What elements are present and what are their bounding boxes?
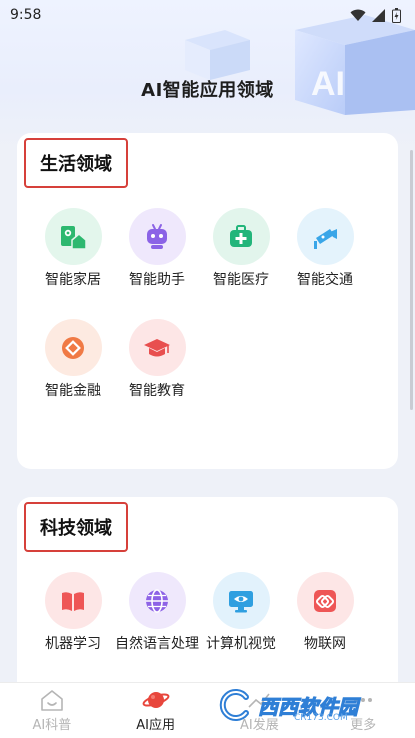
- page-title: AI智能应用领域: [141, 80, 274, 101]
- app-item-nlp[interactable]: 自然语言处理: [115, 572, 199, 653]
- status-bar: 9:58: [0, 0, 415, 30]
- app-item-smart-finance[interactable]: 智能金融: [31, 319, 115, 400]
- camera-icon: [314, 228, 337, 249]
- app-grid: 机器学习 自然语言处理 计算机视觉 物联网: [31, 572, 367, 653]
- icon-badge: [212, 208, 270, 265]
- icon-badge: [296, 208, 354, 265]
- app-label: 物联网: [304, 636, 346, 652]
- nav-label: AI科普: [32, 718, 72, 733]
- section-title: 科技领域: [24, 502, 128, 552]
- status-icons: [350, 7, 401, 23]
- graduation-cap-icon: [144, 338, 170, 356]
- icon-badge: [212, 572, 270, 629]
- app-item-smart-medical[interactable]: 智能医疗: [199, 208, 283, 289]
- app-label: 智能医疗: [213, 272, 269, 288]
- app-label: 智能助手: [129, 272, 185, 288]
- book-icon: [62, 591, 84, 611]
- app-label: 机器学习: [45, 636, 101, 652]
- watermark-subtext: CR173.COM: [294, 713, 348, 723]
- app-item-smart-assistant[interactable]: 智能助手: [115, 208, 199, 289]
- icon-badge: [44, 319, 102, 376]
- globe-icon: [146, 588, 168, 613]
- app-item-machine-learning[interactable]: 机器学习: [31, 572, 115, 653]
- icon-badge: [44, 208, 102, 265]
- icon-badge: [128, 208, 186, 265]
- section-card-life: 生活领域 智能家居 智能助手 智能医疗 智能交通 智能金融 智能教育: [17, 133, 398, 469]
- status-time: 9:58: [10, 7, 42, 23]
- app-label: 智能教育: [129, 383, 185, 399]
- planet-icon: [142, 692, 170, 708]
- app-item-smart-home[interactable]: 智能家居: [31, 208, 115, 289]
- signal-icon: [372, 8, 385, 22]
- nav-item-ai-application[interactable]: AI应用: [104, 683, 208, 738]
- app-item-iot[interactable]: 物联网: [283, 572, 367, 653]
- app-item-smart-education[interactable]: 智能教育: [115, 319, 199, 400]
- scrollbar[interactable]: [410, 150, 413, 410]
- icon-badge: [128, 319, 186, 376]
- watermark: 西西软件园 CR173.COM: [218, 680, 398, 730]
- smart-home-icon: [61, 225, 87, 250]
- nav-item-ai-science[interactable]: AI科普: [0, 683, 104, 738]
- icon-badge: [296, 572, 354, 629]
- monitor-eye-icon: [229, 590, 253, 612]
- app-label: 智能交通: [297, 272, 353, 288]
- section-card-tech: 科技领域 机器学习 自然语言处理 计算机视觉 物联网: [17, 497, 398, 697]
- wifi-icon: [350, 9, 366, 21]
- link-icon: [314, 589, 336, 612]
- icon-badge: [44, 572, 102, 629]
- icon-badge: [128, 572, 186, 629]
- app-item-smart-traffic[interactable]: 智能交通: [283, 208, 367, 289]
- app-label: 智能家居: [45, 272, 101, 288]
- app-label: 计算机视觉: [206, 636, 276, 652]
- app-item-computer-vision[interactable]: 计算机视觉: [199, 572, 283, 653]
- app-label: 智能金融: [45, 383, 101, 399]
- house-smile-icon: [41, 690, 63, 711]
- nav-label: AI应用: [136, 718, 175, 733]
- battery-icon: [392, 7, 401, 23]
- section-title: 生活领域: [24, 138, 128, 188]
- app-label: 自然语言处理: [115, 636, 199, 652]
- robot-icon: [147, 223, 167, 249]
- watermark-logo-icon: [219, 689, 249, 721]
- coin-icon: [62, 336, 84, 359]
- medical-kit-icon: [230, 224, 252, 247]
- app-grid: 智能家居 智能助手 智能医疗 智能交通 智能金融 智能教育: [31, 208, 367, 400]
